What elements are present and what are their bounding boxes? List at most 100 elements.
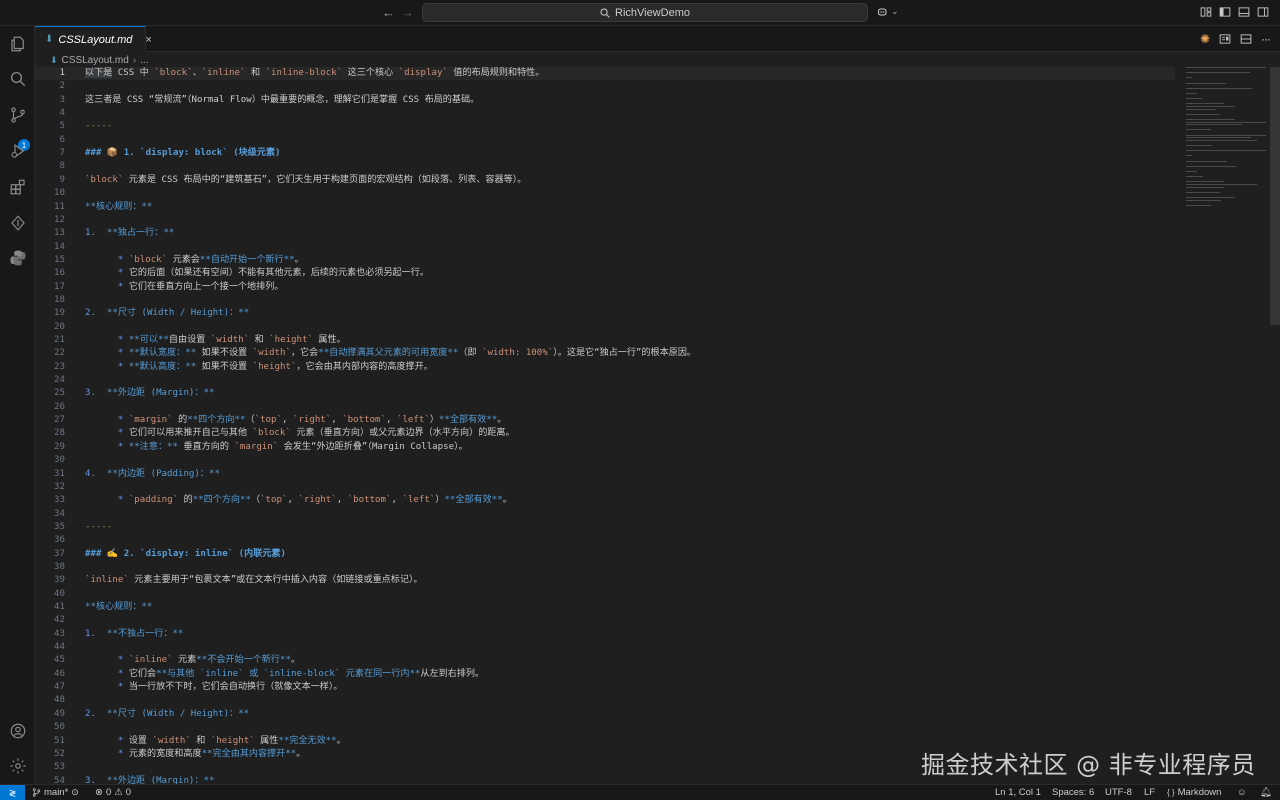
minimap[interactable]	[1184, 67, 1270, 227]
code-line[interactable]: 37 ### ✍️ 2. `display: inline` (内联元素)	[35, 548, 1175, 561]
code-line[interactable]: 33 * `padding` 的**四个方向**（`top`, `right`,…	[35, 494, 1175, 507]
manage-gear-icon[interactable]	[7, 755, 28, 776]
code-line[interactable]: 29 * **注意：** 垂直方向的 `margin` 会发生“外边距折叠”（M…	[35, 441, 1175, 454]
source-control-icon[interactable]	[7, 104, 28, 125]
explorer-icon[interactable]	[7, 33, 28, 54]
code-line[interactable]: 41 **核心规则：**	[35, 601, 1175, 614]
arrow-right-icon[interactable]: →	[401, 5, 414, 20]
cursor-position[interactable]: Ln 1, Col 1	[995, 787, 1041, 798]
line-number: 42	[54, 615, 65, 626]
line-number: 29	[54, 441, 65, 452]
code-line[interactable]: 19 2. **尺寸 (Width / Height)：**	[35, 307, 1175, 320]
remote-explorer-icon[interactable]	[7, 212, 28, 233]
code-line[interactable]: 36	[35, 534, 1175, 547]
code-line[interactable]: 23 * **默认高度：** 如果不设置 `height`，它会由其内部内容的高…	[35, 361, 1175, 374]
code-line[interactable]: 26	[35, 401, 1175, 414]
copilot-status-icon[interactable]: ☺	[1237, 787, 1247, 798]
extensions-icon[interactable]	[7, 176, 28, 197]
code-line[interactable]: 35 -----	[35, 521, 1175, 534]
code-line[interactable]: 8	[35, 160, 1175, 173]
code-line[interactable]: 12	[35, 214, 1175, 227]
code-line[interactable]: 25 3. **外边距 (Margin)：**	[35, 387, 1175, 400]
encoding[interactable]: UTF-8	[1105, 787, 1132, 798]
vertical-scrollbar[interactable]	[1270, 67, 1280, 325]
code-line[interactable]: 7 ### 📦 1. `display: block` (块级元素)	[35, 147, 1175, 160]
indentation[interactable]: Spaces: 6	[1052, 787, 1094, 798]
language-mode[interactable]: { } Markdown	[1167, 787, 1221, 798]
close-icon[interactable]: ×	[145, 34, 151, 46]
code-line[interactable]: 50	[35, 721, 1175, 734]
code-line[interactable]: 17 * 它们在垂直方向上一个接一个地排列。	[35, 281, 1175, 294]
search-icon[interactable]	[7, 68, 28, 89]
branch-indicator[interactable]: main* ⊙	[32, 787, 79, 798]
code-line[interactable]: 14	[35, 241, 1175, 254]
code-line[interactable]: 10	[35, 187, 1175, 200]
code-line[interactable]: 5 -----	[35, 120, 1175, 133]
code-line[interactable]: 48	[35, 694, 1175, 707]
customize-layout-icon[interactable]	[1200, 6, 1212, 18]
token: **尺寸 (Width / Height)：**	[106, 308, 250, 319]
code-line[interactable]: 20	[35, 321, 1175, 334]
breadcrumb-file[interactable]: CSSLayout.md	[62, 55, 129, 66]
arrow-left-icon[interactable]: ←	[382, 5, 395, 20]
code-line[interactable]: 28 * 它们可以用来推开自己与其他 `block` 元素（垂直方向）或父元素边…	[35, 427, 1175, 440]
preview-sparkle-icon[interactable]: ✺	[1200, 32, 1210, 46]
code-line[interactable]: 9 `block` 元素是 CSS 布局中的“建筑基石”，它们天生用于构建页面的宏…	[35, 174, 1175, 187]
code-line[interactable]: 18	[35, 294, 1175, 307]
code-line[interactable]: 21 * **可以**自由设置 `width` 和 `height` 属性。	[35, 334, 1175, 347]
code-line[interactable]: 3 这三者是 CSS “常规流”（Normal Flow）中最重要的概念，理解它们…	[35, 94, 1175, 107]
toggle-panel-icon[interactable]	[1238, 6, 1250, 18]
notifications-icon[interactable]: 🔔︎	[1260, 787, 1272, 798]
code-line[interactable]: 2	[35, 80, 1175, 93]
remote-indicator[interactable]: ≷	[0, 785, 25, 800]
code-line[interactable]: 27 * `margin` 的**四个方向**（`top`, `right`, …	[35, 414, 1175, 427]
command-center[interactable]: RichViewDemo	[422, 3, 868, 22]
editor[interactable]: 1 以下是 CSS 中 `block`、`inline` 和 `inline-bl…	[35, 67, 1280, 784]
line-number: 40	[54, 588, 65, 599]
line-number: 41	[54, 602, 65, 612]
code-line[interactable]: 13 1. **独占一行：**	[35, 227, 1175, 240]
code-line[interactable]: 49 2. **尺寸 (Width / Height)：**	[35, 708, 1175, 721]
code-line[interactable]: 24	[35, 374, 1175, 387]
code-line[interactable]: 15 * `block` 元素会**自动开始一个新行**。	[35, 254, 1175, 267]
line-number: 44	[54, 642, 65, 653]
tab-csslayout[interactable]: ⬇ CSSLayout.md ×	[35, 26, 152, 52]
toggle-primary-sidebar-icon[interactable]	[1219, 6, 1231, 18]
code-line[interactable]: 44	[35, 641, 1175, 654]
code-line[interactable]: 16 * 它的后面（如果还有空间）不能有其他元素，后续的元素也必须另起一行。	[35, 267, 1175, 280]
line-text: -----	[85, 521, 112, 534]
code-line[interactable]: 22 * **默认宽度：** 如果不设置 `width`，它会**自动撑满其父元…	[35, 347, 1175, 360]
code-line[interactable]: 38	[35, 561, 1175, 574]
breadcrumb-more[interactable]: ...	[140, 55, 148, 66]
account-icon[interactable]	[7, 720, 28, 741]
toggle-secondary-sidebar-icon[interactable]	[1257, 6, 1269, 18]
split-editor-icon[interactable]	[1240, 33, 1252, 45]
chevron-down-icon[interactable]: ⌄	[891, 6, 899, 17]
code-line[interactable]: 6	[35, 134, 1175, 147]
problems-indicator[interactable]: ⊗ 0 ⚠ 0	[95, 787, 131, 798]
status-bar: ≷ main* ⊙ ⊗ 0 ⚠ 0 Ln 1, Col 1 Spaces: 6 …	[0, 784, 1280, 800]
code-line[interactable]: 47 * 当一行放不下时，它们会自动换行（就像文本一样）。	[35, 681, 1175, 694]
code-line[interactable]: 32	[35, 481, 1175, 494]
end-of-line[interactable]: LF	[1144, 787, 1155, 798]
code-line[interactable]: 46 * 它们会**与其他 `inline` 或 `inline-block` …	[35, 668, 1175, 681]
token: ### 📦 1. `display: block` (块级元素)	[85, 148, 281, 159]
code-line[interactable]: 11 **核心规则：**	[35, 201, 1175, 214]
open-preview-icon[interactable]	[1219, 33, 1231, 45]
code-line[interactable]: 45 * `inline` 元素**不会开始一个新行**。	[35, 654, 1175, 667]
more-actions-icon[interactable]: ···	[1261, 32, 1271, 46]
code-line[interactable]: 42	[35, 614, 1175, 627]
token: （即	[458, 348, 483, 359]
code-line[interactable]: 4	[35, 107, 1175, 120]
code-line[interactable]: 43 1. **不独占一行：**	[35, 628, 1175, 641]
line-number: 5	[59, 121, 65, 132]
code-line[interactable]: 31 4. **内边距 (Padding)：**	[35, 468, 1175, 481]
run-debug-icon[interactable]	[7, 140, 28, 161]
python-icon[interactable]	[7, 247, 28, 268]
code-line[interactable]: 34	[35, 508, 1175, 521]
code-line[interactable]: 40	[35, 588, 1175, 601]
code-line[interactable]: 1 以下是 CSS 中 `block`、`inline` 和 `inline-bl…	[35, 67, 1175, 81]
code-line[interactable]: 30	[35, 454, 1175, 467]
copilot-icon[interactable]	[877, 6, 889, 18]
code-line[interactable]: 39 `inline` 元素主要用于“包裹文本”或在文本行中插入内容（如链接或重点…	[35, 574, 1175, 587]
